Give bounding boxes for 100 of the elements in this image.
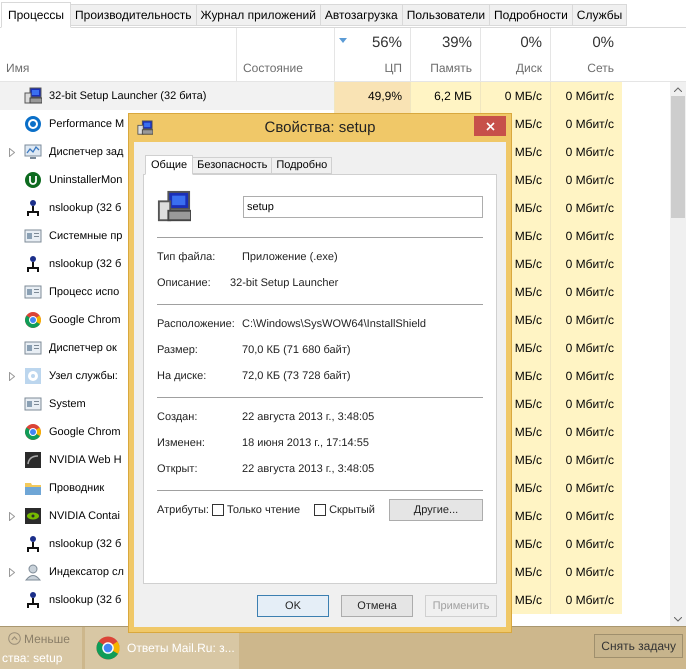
table-cell-text: 0 Мбит/с xyxy=(566,564,614,581)
table-cell-text: 0 Мбит/с xyxy=(566,200,614,217)
table-cell-text: 0 Мбит/с xyxy=(566,396,614,413)
column-header[interactable]: Имя xyxy=(0,28,236,81)
process-name: System xyxy=(49,396,86,412)
table-cell-text: МБ/с xyxy=(514,396,542,413)
process-row[interactable]: 32-bit Setup Launcher (32 бита) 49,9% 6,2 МБ 0 МБ/с 0 Мбит/с xyxy=(0,82,622,110)
table-cell-text: МБ/с xyxy=(514,256,542,273)
network-node-icon xyxy=(24,535,42,553)
table-cell-text: МБ/с xyxy=(514,144,542,161)
table-cell-text: МБ/с xyxy=(514,508,542,525)
dialog-title: Свойства: setup xyxy=(264,118,376,138)
table-cell-text: МБ/с xyxy=(514,452,542,469)
scrollbar[interactable] xyxy=(670,82,686,626)
chrome-icon xyxy=(24,311,42,329)
process-name: UninstallerMon xyxy=(49,172,122,188)
dialog-button[interactable]: OK xyxy=(257,595,329,617)
table-cell-text: 0 Мбит/с xyxy=(566,592,614,609)
table-cell-text: МБ/с xyxy=(514,424,542,441)
expand-arrow-icon[interactable] xyxy=(9,512,15,520)
property-value: C:\Windows\SysWOW64\InstallShield xyxy=(242,316,426,332)
tab[interactable]: Службы xyxy=(572,4,628,26)
checkbox[interactable]: Только чтение xyxy=(212,502,300,518)
scroll-up-icon[interactable] xyxy=(674,86,682,92)
table-cell-text: 0 Мбит/с xyxy=(566,284,614,301)
tab[interactable]: Подробно xyxy=(271,157,332,174)
setup-program-icon xyxy=(157,190,191,224)
process-name: nslookup (32 б xyxy=(49,256,122,272)
process-name: NVIDIA Web H xyxy=(49,452,122,468)
network-node-icon xyxy=(24,591,42,609)
property-label: Изменен: xyxy=(157,436,206,451)
chrome-icon xyxy=(24,423,42,441)
table-cell-text: МБ/с xyxy=(514,116,542,133)
file-name-field[interactable]: setup xyxy=(243,196,483,218)
column-total: 0% xyxy=(592,33,614,53)
table-cell-text: 0 Мбит/с xyxy=(566,144,614,161)
column-label: ЦП xyxy=(384,60,402,77)
window-icon xyxy=(24,395,42,413)
column-label: Состояние xyxy=(243,60,304,77)
tab[interactable]: Общие xyxy=(145,155,194,175)
column-total: 56% xyxy=(372,33,402,53)
expand-arrow-icon[interactable] xyxy=(9,568,15,576)
chrome-icon xyxy=(95,635,121,661)
table-cell-text: 0 Мбит/с xyxy=(566,340,614,357)
column-label: Память xyxy=(430,60,472,77)
circle-logo-icon xyxy=(24,115,42,133)
window-icon xyxy=(24,339,42,357)
setup-program-icon xyxy=(137,120,153,136)
scroll-down-icon[interactable] xyxy=(674,616,682,622)
end-task-button[interactable]: Снять задачу xyxy=(594,634,683,658)
column-label: Диск xyxy=(516,60,542,77)
column-header[interactable]: Состояние xyxy=(236,28,334,81)
checkbox-box[interactable] xyxy=(314,504,326,516)
column-label: Имя xyxy=(6,60,30,77)
tab[interactable]: Производительность xyxy=(70,4,196,26)
process-name: Узел службы: xyxy=(49,368,118,384)
monitor-chart-icon xyxy=(24,143,42,161)
column-header[interactable]: 56% ЦП xyxy=(334,28,410,81)
advanced-button[interactable]: Другие... xyxy=(389,499,483,521)
tab[interactable]: Автозагрузка xyxy=(320,4,403,26)
table-cell-text: МБ/с xyxy=(514,200,542,217)
expand-arrow-icon[interactable] xyxy=(9,372,15,380)
chevron-up-icon xyxy=(8,632,21,645)
close-icon xyxy=(486,122,494,130)
process-name: Индексатор сл xyxy=(49,564,124,580)
table-cell-text: 0 Мбит/с xyxy=(566,424,614,441)
table-cell-text: МБ/с xyxy=(514,564,542,581)
tab[interactable]: Процессы xyxy=(1,2,72,28)
table-cell-text: 0 Мбит/с xyxy=(566,508,614,525)
property-value: 72,0 КБ (73 728 байт) xyxy=(242,368,351,384)
column-header[interactable]: 39% Память xyxy=(410,28,480,81)
table-cell-text: 0 Мбит/с xyxy=(566,256,614,273)
property-value: 22 августа 2013 г., 3:48:05 xyxy=(242,462,374,477)
taskbar-label: ства: setup xyxy=(2,650,64,666)
tab[interactable]: Подробности xyxy=(489,4,573,26)
tab[interactable]: Пользователи xyxy=(402,4,490,26)
table-cell-text: МБ/с xyxy=(514,340,542,357)
table-cell-text: 0 МБ/с xyxy=(504,88,542,105)
expand-arrow-icon[interactable] xyxy=(9,148,15,156)
process-name: Диспетчер зад xyxy=(49,144,124,160)
property-value: 22 августа 2013 г., 3:48:05 xyxy=(242,410,374,425)
tab[interactable]: Безопасность xyxy=(192,157,272,174)
column-header[interactable]: 0% Сеть xyxy=(550,28,622,81)
property-label: Тип файла: xyxy=(157,250,216,265)
eye-logo-icon xyxy=(24,507,42,525)
table-cell-text: 0 Мбит/с xyxy=(566,536,614,553)
property-value: 18 июня 2013 г., 17:14:55 xyxy=(242,436,369,451)
table-cell-text: МБ/с xyxy=(514,284,542,301)
table-cell-text: 0 Мбит/с xyxy=(566,228,614,245)
window-icon xyxy=(24,227,42,245)
checkbox-box[interactable] xyxy=(212,504,224,516)
close-button[interactable] xyxy=(474,116,506,136)
table-cell-text: МБ/с xyxy=(514,172,542,189)
checkbox[interactable]: Скрытый xyxy=(314,502,375,518)
network-node-icon xyxy=(24,255,42,273)
tab[interactable]: Журнал приложений xyxy=(196,4,321,26)
scrollbar-thumb[interactable] xyxy=(671,96,685,218)
process-name: Google Chrom xyxy=(49,312,121,328)
dialog-button[interactable]: Отмена xyxy=(341,595,413,617)
column-header[interactable]: 0% Диск xyxy=(480,28,550,81)
